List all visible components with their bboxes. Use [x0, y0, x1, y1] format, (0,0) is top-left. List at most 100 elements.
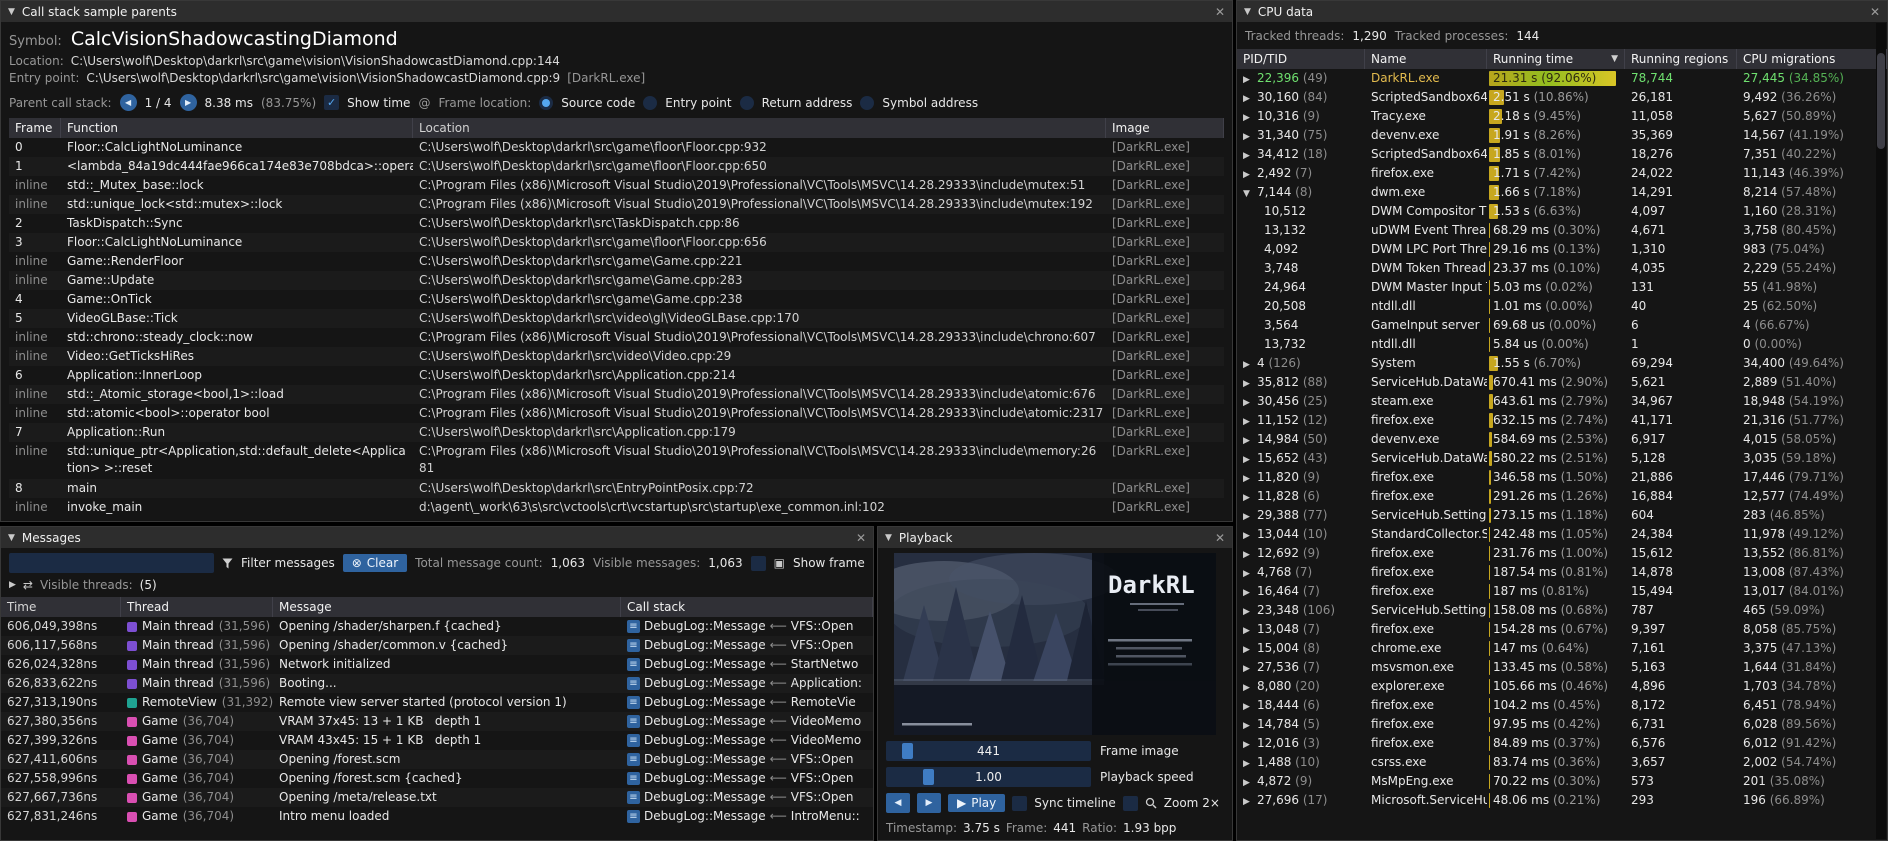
cpu-row[interactable]: ▶23,348 (106)ServiceHub.SettingsHost158.…: [1237, 601, 1887, 620]
expand-arrow-icon[interactable]: ▶: [1243, 641, 1257, 658]
cpu-row[interactable]: ▶15,652 (43)ServiceHub.DataWarehou580.22…: [1237, 449, 1887, 468]
callstack-row[interactable]: 5VideoGLBase::TickC:\Users\wolf\Desktop\…: [9, 309, 1224, 328]
cpu-row[interactable]: ▶11,152 (12)firefox.exe632.15 ms (2.74%)…: [1237, 411, 1887, 430]
cpu-row[interactable]: ▶31,340 (75)devenv.exe1.91 s (8.26%)35,3…: [1237, 126, 1887, 145]
cell-callstack[interactable]: ≡DebugLog::Message⟵RemoteVie: [621, 693, 873, 712]
expand-arrow-icon[interactable]: ▶: [1243, 698, 1257, 715]
show-time-checkbox[interactable]: [324, 95, 339, 110]
expand-arrow-icon[interactable]: ▶: [1243, 546, 1257, 563]
callstack-row[interactable]: 7Application::RunC:\Users\wolf\Desktop\d…: [9, 423, 1224, 442]
callstack-row[interactable]: inlineinvoke_maind:\agent\_work\63\s\src…: [9, 498, 1224, 517]
cpu-row[interactable]: ▶14,784 (5)firefox.exe97.95 ms (0.42%)6,…: [1237, 715, 1887, 734]
callstack-row[interactable]: inlinestd::_Atomic_storage<bool,1>::load…: [9, 385, 1224, 404]
expand-arrow-icon[interactable]: ▶: [1243, 489, 1257, 506]
messages-titlebar[interactable]: ▼ Messages ✕: [1, 527, 873, 548]
expand-arrow-icon[interactable]: ▶: [1243, 774, 1257, 791]
cpu-row[interactable]: ▶10,316 (9)Tracy.exe2.18 s (9.45%)11,058…: [1237, 107, 1887, 126]
expand-arrow-icon[interactable]: ▶: [1243, 717, 1257, 734]
frame-image-slider[interactable]: 441: [886, 741, 1091, 761]
cpu-scrollbar[interactable]: [1876, 23, 1886, 839]
expand-arrow-icon[interactable]: ▶: [1243, 90, 1257, 107]
collapse-icon[interactable]: ▼: [885, 533, 892, 543]
cpu-row[interactable]: ▶27,696 (17)Microsoft.ServiceHub.Co48.06…: [1237, 791, 1887, 810]
playback-frame-image[interactable]: DarkRL: [894, 553, 1216, 735]
message-row[interactable]: 627,399,326nsGame(36,704)VRAM 43x45: 15 …: [1, 731, 873, 750]
close-icon[interactable]: ✕: [1215, 5, 1225, 19]
collapse-icon[interactable]: ▼: [8, 7, 15, 17]
zoom-checkbox[interactable]: [1123, 796, 1138, 811]
cpu-row[interactable]: ▶11,820 (9)firefox.exe346.58 ms (1.50%)2…: [1237, 468, 1887, 487]
playback-titlebar[interactable]: ▼ Playback ✕: [878, 527, 1232, 548]
callstack-row[interactable]: 8mainC:\Users\wolf\Desktop\darkrl\src\En…: [9, 479, 1224, 498]
callstack-row[interactable]: 3Floor::CalcLightNoLuminanceC:\Users\wol…: [9, 233, 1224, 252]
cpu-row[interactable]: ▶35,812 (88)ServiceHub.DataWarehou670.41…: [1237, 373, 1887, 392]
expand-arrow-icon[interactable]: ▶: [1243, 413, 1257, 430]
cpu-row[interactable]: 4,092DWM LPC Port Thread29.16 ms (0.13%)…: [1237, 240, 1887, 259]
cpu-row[interactable]: ▶34,412 (18)ScriptedSandbox64.exe1.85 s …: [1237, 145, 1887, 164]
column-header[interactable]: Location: [413, 118, 1106, 138]
expand-arrow-icon[interactable]: ▶: [1243, 527, 1257, 544]
expand-arrow-icon[interactable]: ▶: [1243, 603, 1257, 620]
message-filter-input[interactable]: [9, 553, 214, 573]
callstack-row[interactable]: inlineVideo::GetTicksHiResC:\Users\wolf\…: [9, 347, 1224, 366]
message-row[interactable]: 627,558,996nsGame(36,704)Opening /forest…: [1, 769, 873, 788]
expand-arrow-icon[interactable]: ▶: [1243, 508, 1257, 525]
message-row[interactable]: 627,831,246nsGame(36,704)Intro menu load…: [1, 807, 873, 826]
cell-callstack[interactable]: ≡DebugLog::Message⟵IntroMenu::: [621, 807, 873, 826]
callstack-row[interactable]: inlinestd::atomic<bool>::operator boolC:…: [9, 404, 1224, 423]
column-header[interactable]: Name: [1365, 49, 1487, 69]
cell-callstack[interactable]: ≡DebugLog::Message⟵VideoMemo: [621, 712, 873, 731]
cpu-titlebar[interactable]: ▼ CPU data ✕: [1237, 1, 1887, 22]
cpu-row[interactable]: ▶11,828 (6)firefox.exe291.26 ms (1.26%)1…: [1237, 487, 1887, 506]
sync-timeline-checkbox[interactable]: [1012, 796, 1027, 811]
cell-callstack[interactable]: ≡DebugLog::Message⟵Application:: [621, 674, 873, 693]
expand-arrow-icon[interactable]: ▶: [1243, 660, 1257, 677]
callstack-row[interactable]: inlinestd::chrono::steady_clock::nowC:\P…: [9, 328, 1224, 347]
callstack-row[interactable]: 0Floor::CalcLightNoLuminanceC:\Users\wol…: [9, 138, 1224, 157]
close-icon[interactable]: ✕: [856, 531, 866, 545]
expand-arrow-icon[interactable]: ▶: [1243, 432, 1257, 449]
column-header[interactable]: Message: [273, 597, 621, 617]
cpu-row[interactable]: ▶13,048 (7)firefox.exe154.28 ms (0.67%)9…: [1237, 620, 1887, 639]
expand-arrow-icon[interactable]: ▶: [1243, 71, 1257, 88]
expand-arrow-icon[interactable]: ▶: [1243, 565, 1257, 582]
cpu-row[interactable]: ▼7,144 (8)dwm.exe1.66 s (7.18%)14,2918,2…: [1237, 183, 1887, 202]
cpu-row[interactable]: ▶12,016 (3)firefox.exe84.89 ms (0.37%)6,…: [1237, 734, 1887, 753]
message-row[interactable]: 606,117,568nsMain thread(31,596)Opening …: [1, 636, 873, 655]
frame-location-radio[interactable]: [860, 96, 874, 110]
column-header[interactable]: Running regions: [1625, 49, 1737, 69]
cpu-row[interactable]: ▶2,492 (7)firefox.exe1.71 s (7.42%)24,02…: [1237, 164, 1887, 183]
cell-callstack[interactable]: ≡DebugLog::Message⟵VFS::Open: [621, 788, 873, 807]
callstack-row[interactable]: inlineGame::UpdateC:\Users\wolf\Desktop\…: [9, 271, 1224, 290]
collapse-icon[interactable]: ▼: [8, 533, 15, 543]
cpu-row[interactable]: 13,132uDWM Event Thread68.29 ms (0.30%)4…: [1237, 221, 1887, 240]
cpu-row[interactable]: ▶30,456 (25)steam.exe643.61 ms (2.79%)34…: [1237, 392, 1887, 411]
cell-callstack[interactable]: ≡DebugLog::Message⟵VFS::Open: [621, 617, 873, 636]
clear-button[interactable]: ⊗ Clear: [343, 554, 407, 572]
expand-arrow-icon[interactable]: ▶: [1243, 755, 1257, 772]
cell-callstack[interactable]: ≡DebugLog::Message⟵VFS::Open: [621, 636, 873, 655]
expand-arrow-icon[interactable]: ▶: [1243, 356, 1257, 373]
expand-arrow-icon[interactable]: ▶: [1243, 394, 1257, 411]
cpu-row[interactable]: ▶4 (126)System1.55 s (6.70%)69,29434,400…: [1237, 354, 1887, 373]
callstack-row[interactable]: 2TaskDispatch::SyncC:\Users\wolf\Desktop…: [9, 214, 1224, 233]
callstack-row[interactable]: inlinestd::unique_ptr<Application,std::d…: [9, 442, 1224, 479]
collapse-icon[interactable]: ▼: [1244, 7, 1251, 17]
cell-callstack[interactable]: ≡DebugLog::Message⟵VFS::Open: [621, 750, 873, 769]
column-header[interactable]: Time: [1, 597, 121, 617]
expand-arrow-icon[interactable]: ▶: [1243, 622, 1257, 639]
cpu-row[interactable]: ▶1,488 (10)csrss.exe83.74 ms (0.36%)3,65…: [1237, 753, 1887, 772]
message-row[interactable]: 606,049,398nsMain thread(31,596)Opening …: [1, 617, 873, 636]
close-icon[interactable]: ✕: [1870, 5, 1880, 19]
column-header[interactable]: Call stack: [621, 597, 873, 617]
expand-arrow-icon[interactable]: ▶: [1243, 109, 1257, 126]
column-header[interactable]: Running time▼: [1487, 49, 1625, 69]
callstack-row[interactable]: inlinestd::unique_lock<std::mutex>::lock…: [9, 195, 1224, 214]
expand-icon[interactable]: ▶: [9, 580, 16, 590]
cpu-row[interactable]: 3,748DWM Token Thread23.37 ms (0.10%)4,0…: [1237, 259, 1887, 278]
expand-arrow-icon[interactable]: ▶: [1243, 679, 1257, 696]
cpu-row[interactable]: ▶22,396 (49)DarkRL.exe21.31 s (92.06%)78…: [1237, 69, 1887, 88]
step-forward-button[interactable]: ▶: [917, 793, 941, 813]
cpu-scrollbar-thumb[interactable]: [1877, 53, 1885, 149]
cpu-row[interactable]: ▶14,984 (50)devenv.exe584.69 ms (2.53%)6…: [1237, 430, 1887, 449]
